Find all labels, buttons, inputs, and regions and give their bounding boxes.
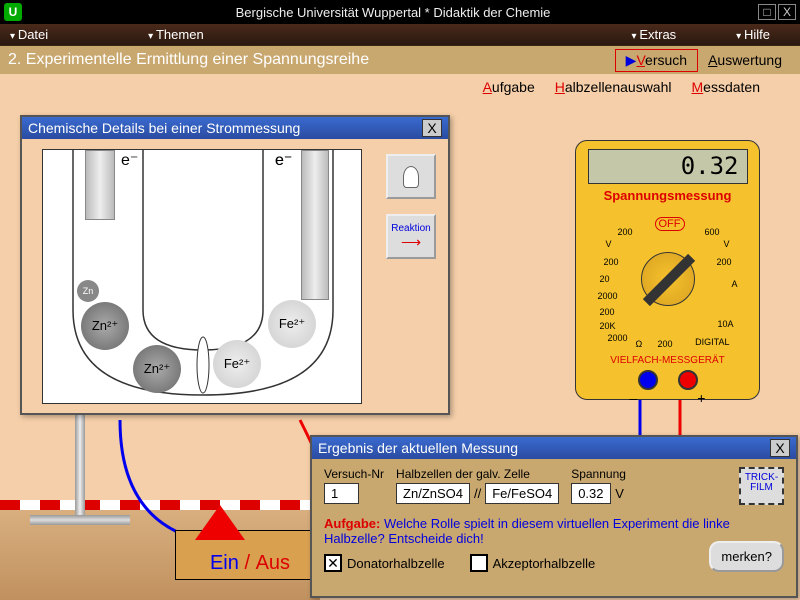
halbzellen-field: Halbzellen der galv. Zelle Zn/ZnSO4 // F… [396, 467, 559, 504]
dial-off-label: OFF [655, 217, 685, 231]
app-title: Bergische Universität Wuppertal * Didakt… [30, 5, 756, 20]
fe-ion-1: Fe²⁺ [213, 340, 261, 388]
page-heading: 2. Experimentelle Ermittlung einer Spann… [8, 51, 615, 69]
electron-label-right2: e⁻ [275, 150, 292, 170]
merken-button[interactable]: merken? [709, 541, 784, 572]
chem-window-close-button[interactable]: X [422, 119, 442, 137]
switch-lever-icon[interactable] [195, 505, 245, 540]
zn-ion-2: Zn²⁺ [133, 345, 181, 393]
menu-themen[interactable]: Themen [148, 27, 204, 42]
tab-auswertung[interactable]: Auswertung [698, 50, 792, 70]
chem-window-titlebar[interactable]: Chemische Details bei einer Strommessung… [22, 117, 448, 139]
menu-datei[interactable]: Datei [10, 27, 48, 42]
link-messdaten[interactable]: Messdaten [692, 79, 761, 95]
jack-plus[interactable] [678, 370, 698, 390]
menu-extras[interactable]: Extras [632, 27, 677, 42]
checkbox-icon [470, 554, 488, 572]
dial-knob-icon[interactable] [641, 252, 695, 306]
right-electrode [301, 150, 329, 300]
result-window: Ergebnis der aktuellen Messung X Versuch… [310, 435, 798, 598]
app-titlebar: U Bergische Universität Wuppertal * Dida… [0, 0, 800, 24]
chem-details-window: Chemische Details bei einer Strommessung… [20, 115, 450, 415]
chem-window-title: Chemische Details bei einer Strommessung [28, 120, 422, 136]
zn-ion-1: Zn²⁺ [81, 302, 129, 350]
meter-bottom-label: VIELFACH-MESSGERÄT [584, 355, 751, 366]
menubar: Datei Themen Extras Hilfe [0, 24, 800, 46]
u-tube-diagram: e⁻ e⁻ e⁻ Zn Zn²⁺ Zn²⁺ Fe²⁺ Fe²⁺ [42, 149, 362, 404]
subnav: Aufgabe Halbzellenauswahl Messdaten [0, 74, 800, 100]
checkbox-donator[interactable]: ✕ Donatorhalbzelle [324, 554, 445, 572]
arrow-right-icon: ⟶ [401, 234, 421, 251]
page-header: 2. Experimentelle Ermittlung einer Spann… [0, 46, 800, 74]
tab-versuch[interactable]: ▶Versuch [615, 49, 698, 72]
link-aufgabe[interactable]: Aufgabe [483, 79, 535, 95]
versuch-nr-field: Versuch-Nr 1 [324, 467, 384, 504]
result-window-titlebar[interactable]: Ergebnis der aktuellen Messung X [312, 437, 796, 459]
multimeter: 0.32 Spannungsmessung OFF V V 200 600 20… [575, 140, 760, 400]
fe-ion-2: Fe²⁺ [268, 300, 316, 348]
result-window-close-button[interactable]: X [770, 439, 790, 457]
close-window-button[interactable]: X [778, 4, 796, 20]
reaktion-button[interactable]: Reaktion⟶ [386, 214, 436, 259]
checkbox-icon: ✕ [324, 554, 342, 572]
electron-label-left: e⁻ [121, 150, 138, 170]
app-logo-icon: U [4, 3, 22, 21]
menu-hilfe[interactable]: Hilfe [736, 27, 770, 42]
bulb-button[interactable] [386, 154, 436, 199]
checkbox-akzeptor[interactable]: Akzeptorhalbzelle [470, 554, 596, 572]
link-halbzellen[interactable]: Halbzellenauswahl [555, 79, 672, 95]
experiment-canvas: Ein / Aus Chemische Details bei einer St… [0, 100, 800, 600]
bulb-icon [403, 166, 419, 188]
left-electrode [85, 150, 115, 220]
jack-minus[interactable] [638, 370, 658, 390]
meter-dial[interactable]: OFF V V 200 600 200 200 20 A 2000 200 20… [598, 209, 738, 349]
zn-atom-icon: Zn [77, 280, 99, 302]
maximize-button[interactable]: □ [758, 4, 776, 20]
meter-mode-label: Spannungsmessung [584, 188, 751, 203]
trickfilm-button[interactable]: TRICK-FILM [739, 467, 784, 505]
result-window-title: Ergebnis der aktuellen Messung [318, 440, 770, 456]
meter-display: 0.32 [588, 149, 748, 184]
spannung-field: Spannung 0.32 V [571, 467, 626, 504]
